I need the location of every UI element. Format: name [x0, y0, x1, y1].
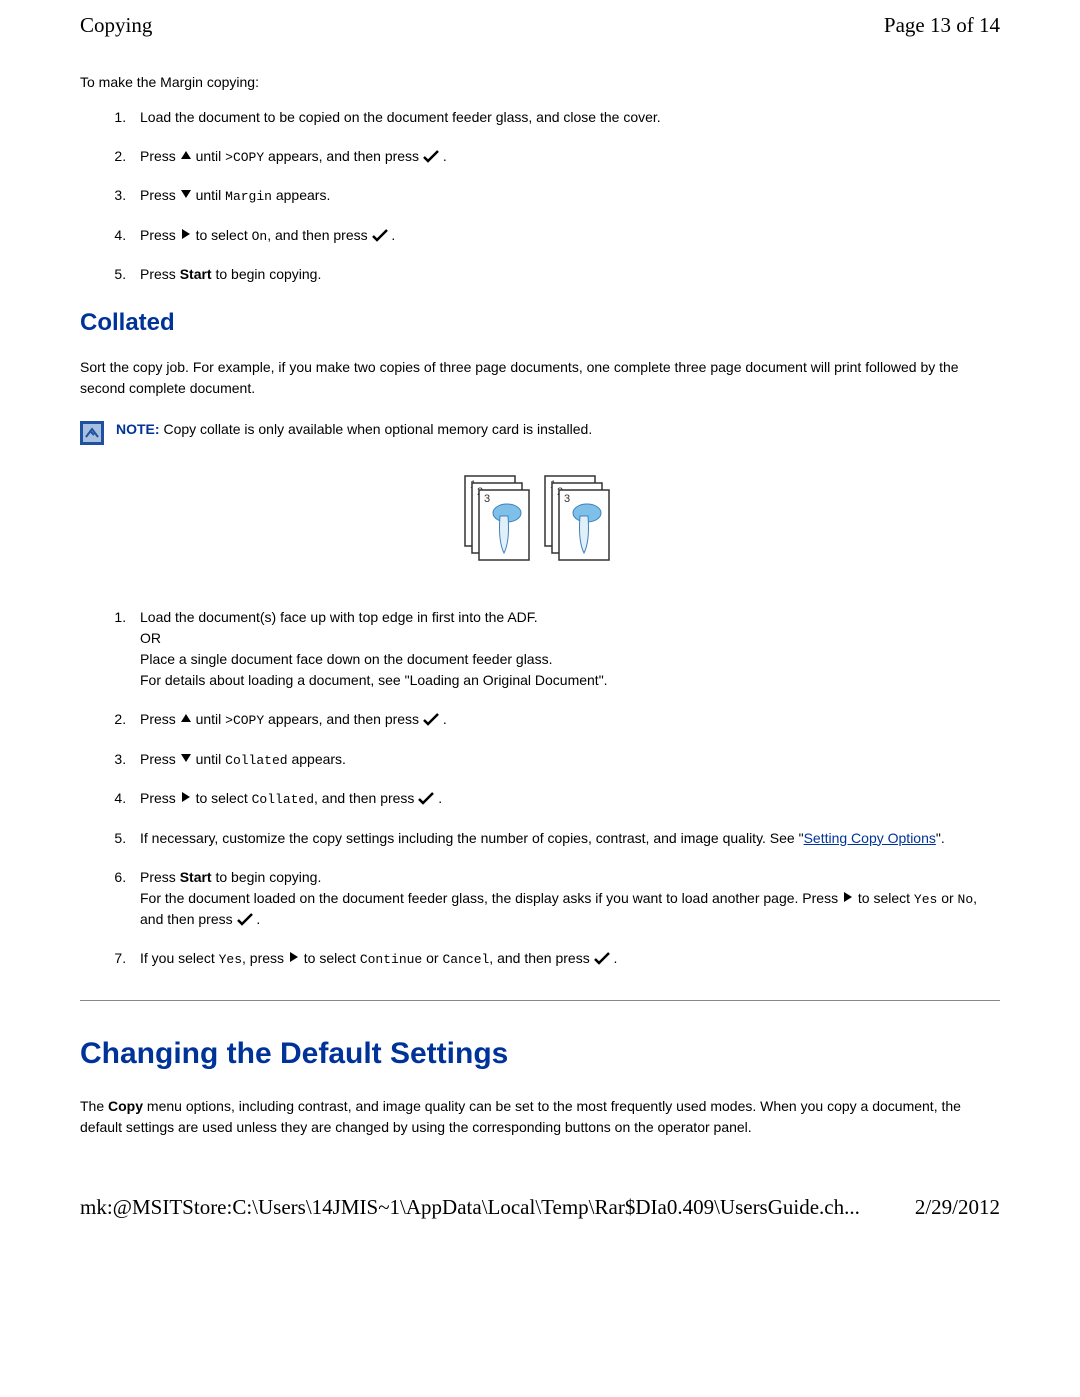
margin-steps-list: Load the document to be copied on the do…: [130, 107, 1000, 286]
checkmark-icon: [423, 711, 439, 727]
footer-date: 2/29/2012: [915, 1192, 1000, 1224]
note-icon: [80, 421, 104, 451]
margin-intro: To make the Margin copying:: [80, 72, 1000, 93]
collated-step-1: Load the document(s) face up with top ed…: [130, 607, 1000, 691]
collated-step-6: Press Start to begin copying. For the do…: [130, 867, 1000, 931]
triangle-up-icon: [180, 144, 192, 165]
margin-step-3: Press until Margin appears.: [130, 185, 1000, 207]
triangle-up-icon: [180, 707, 192, 728]
triangle-right-icon: [180, 786, 192, 807]
margin-step-1: Load the document to be copied on the do…: [130, 107, 1000, 128]
header-page-info: Page 13 of 14: [884, 10, 1000, 42]
collated-step-7: If you select Yes, press to select Conti…: [130, 948, 1000, 970]
collated-step-5: If necessary, customize the copy setting…: [130, 828, 1000, 849]
collated-step-3: Press until Collated appears.: [130, 749, 1000, 771]
checkmark-icon: [372, 227, 388, 243]
triangle-right-icon: [288, 946, 300, 967]
collated-heading: Collated: [80, 305, 1000, 341]
collated-description: Sort the copy job. For example, if you m…: [80, 357, 1000, 399]
note-row: NOTE: Copy collate is only available whe…: [80, 419, 1000, 451]
page-header: Copying Page 13 of 14: [0, 0, 1080, 72]
divider: [80, 1000, 1000, 1001]
triangle-down-icon: [180, 183, 192, 204]
collated-steps-list: Load the document(s) face up with top ed…: [130, 607, 1000, 970]
header-title: Copying: [80, 10, 152, 42]
triangle-down-icon: [180, 747, 192, 768]
checkmark-icon: [594, 950, 610, 966]
changing-heading: Changing the Default Settings: [80, 1031, 1000, 1076]
note-text: NOTE: Copy collate is only available whe…: [116, 419, 592, 440]
margin-step-2: Press until >COPY appears, and then pres…: [130, 146, 1000, 168]
collate-image: 1 2 3 1 2 3: [80, 471, 1000, 577]
svg-text:3: 3: [564, 493, 570, 505]
margin-step-5: Press Start to begin copying.: [130, 264, 1000, 285]
checkmark-icon: [423, 148, 439, 164]
content-area: To make the Margin copying: Load the doc…: [0, 72, 1080, 1138]
svg-text:3: 3: [484, 493, 490, 505]
checkmark-icon: [418, 790, 434, 806]
margin-step-4: Press to select On, and then press .: [130, 225, 1000, 247]
collated-step-4: Press to select Collated, and then press…: [130, 788, 1000, 810]
triangle-right-icon: [842, 886, 854, 907]
changing-paragraph: The Copy menu options, including contras…: [80, 1096, 1000, 1138]
setting-copy-options-link[interactable]: Setting Copy Options: [804, 830, 936, 846]
collated-step-2: Press until >COPY appears, and then pres…: [130, 709, 1000, 731]
checkmark-icon: [237, 911, 253, 927]
footer-path: mk:@MSITStore:C:\Users\14JMIS~1\AppData\…: [80, 1192, 860, 1224]
triangle-right-icon: [180, 223, 192, 244]
page-footer: mk:@MSITStore:C:\Users\14JMIS~1\AppData\…: [0, 1152, 1080, 1234]
